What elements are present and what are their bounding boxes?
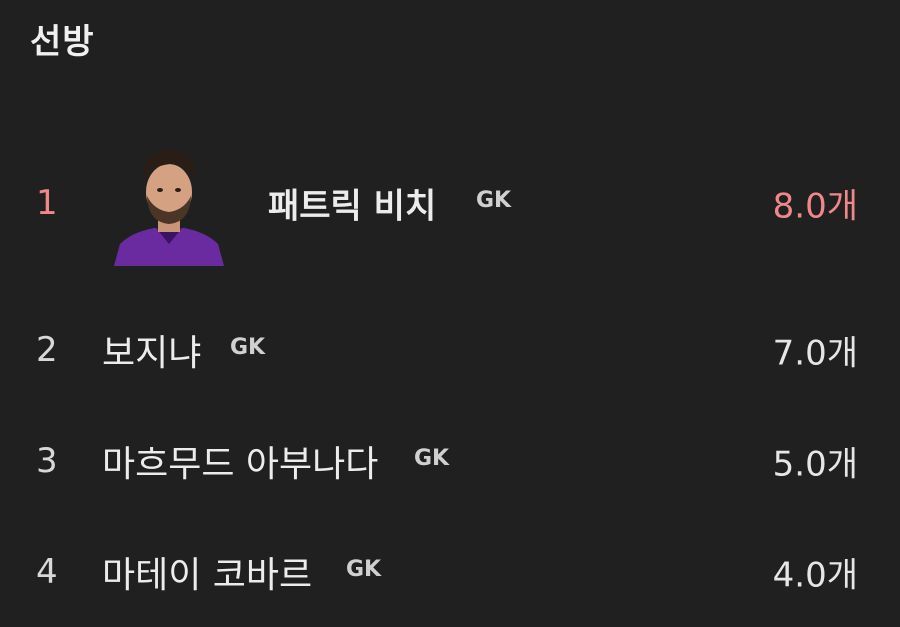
stat-value: 5.0개 (772, 444, 858, 485)
position-badge: GK (414, 446, 450, 471)
position-badge: GK (230, 335, 266, 360)
stat-value: 4.0개 (772, 555, 858, 596)
player-name[interactable]: 보지냐 (102, 324, 201, 376)
rank-number: 3 (36, 441, 58, 481)
section-title: 선방 (30, 22, 95, 62)
rank-number: 2 (36, 330, 58, 370)
rank-number: 4 (36, 552, 58, 592)
position-badge: GK (346, 557, 382, 582)
stat-value: 8.0개 (772, 186, 858, 227)
leaderboard-row-4[interactable]: 4 마테이 코바르 GK 4.0개 (0, 517, 900, 627)
player-name[interactable]: 패트릭 비치 (268, 179, 436, 228)
stat-value: 7.0개 (772, 333, 858, 374)
leaderboard-row-2[interactable]: 2 보지냐 GK 7.0개 (0, 295, 900, 405)
player-avatar-icon (114, 150, 224, 266)
player-name[interactable]: 마흐무드 아부나다 (102, 435, 378, 487)
leaderboard-row-3[interactable]: 3 마흐무드 아부나다 GK 5.0개 (0, 406, 900, 516)
leaderboard-row-1[interactable]: 1 패트릭 비치 GK 8.0개 (0, 140, 900, 266)
player-name[interactable]: 마테이 코바르 (102, 546, 312, 598)
position-badge: GK (476, 188, 512, 213)
rank-number: 1 (36, 183, 58, 223)
